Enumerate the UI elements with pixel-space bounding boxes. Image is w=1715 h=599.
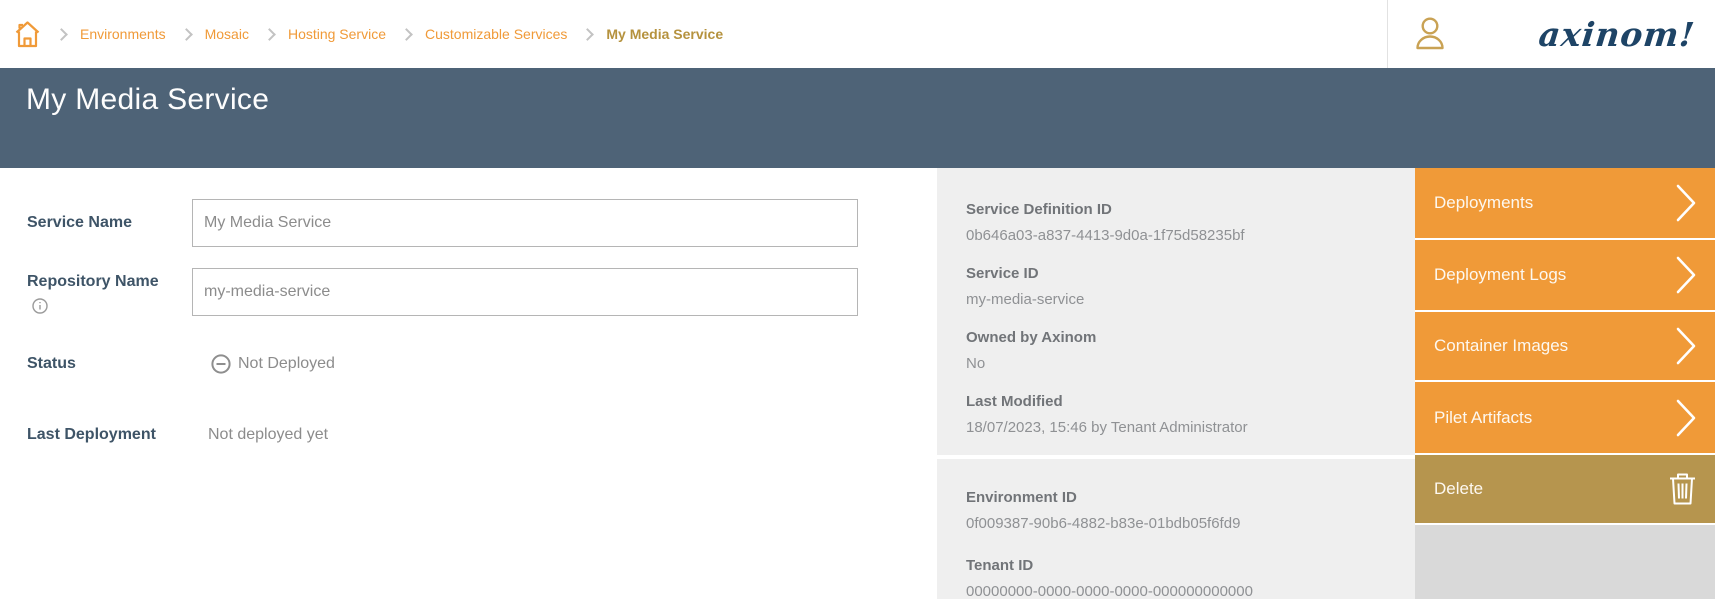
chevron-separator-icon — [263, 28, 276, 41]
environment-id-label: Environment ID — [966, 489, 1415, 506]
home-icon[interactable] — [14, 19, 41, 49]
owned-by-axinom-label: Owned by Axinom — [966, 329, 1415, 346]
info-group: Service ID my-media-service — [966, 265, 1415, 308]
tenant-id-value: 00000000-0000-0000-0000-000000000000 — [966, 583, 1415, 599]
top-bar: Environments Mosaic Hosting Service Cust… — [0, 0, 1715, 68]
last-deployment-row: Last Deployment Not deployed yet — [0, 425, 937, 445]
page-header: My Media Service — [0, 68, 1715, 168]
sidebar-action-delete[interactable]: Delete — [1415, 455, 1715, 523]
repository-name-input[interactable] — [192, 268, 858, 316]
sidebar-action-deployment-logs[interactable]: Deployment Logs — [1415, 240, 1715, 310]
service-definition-id-value: 0b646a03-a837-4413-9d0a-1f75d58235bf — [966, 227, 1415, 244]
info-group: Tenant ID 00000000-0000-0000-0000-000000… — [966, 557, 1415, 599]
service-id-value: my-media-service — [966, 291, 1415, 308]
chevron-separator-icon — [400, 28, 413, 41]
user-area: axinom! — [1387, 0, 1715, 68]
service-name-input[interactable] — [192, 199, 858, 247]
deployment-logs-label: Deployment Logs — [1434, 265, 1566, 285]
status-label: Status — [0, 355, 192, 373]
status-row: Status Not Deployed — [0, 353, 937, 375]
owned-by-axinom-value: No — [966, 355, 1415, 372]
service-form: Service Name Repository Name — [0, 168, 937, 599]
chevron-separator-icon — [180, 28, 193, 41]
info-group: Service Definition ID 0b646a03-a837-4413… — [966, 201, 1415, 244]
trash-icon — [1667, 472, 1698, 506]
environment-id-value: 0f009387-90b6-4882-b83e-01bdb05f6fd9 — [966, 515, 1415, 532]
pilet-artifacts-label: Pilet Artifacts — [1434, 408, 1532, 428]
info-icon[interactable] — [32, 298, 192, 314]
chevron-right-icon — [1675, 398, 1698, 438]
repository-name-label: Repository Name — [27, 273, 192, 291]
info-group: Last Modified 18/07/2023, 15:46 by Tenan… — [966, 393, 1415, 436]
sidebar-action-pilet-artifacts[interactable]: Pilet Artifacts — [1415, 382, 1715, 453]
breadcrumb-current-page: My Media Service — [606, 26, 723, 42]
service-info-panel: Service Definition ID 0b646a03-a837-4413… — [937, 168, 1415, 455]
chevron-separator-icon — [582, 28, 595, 41]
last-modified-value: 18/07/2023, 15:46 by Tenant Administrato… — [966, 419, 1415, 436]
action-sidebar: Deployments Deployment Logs Container Im… — [1415, 168, 1715, 599]
content-area: Service Name Repository Name — [0, 168, 1715, 599]
chevron-right-icon — [1675, 255, 1698, 295]
last-deployment-label: Last Deployment — [0, 426, 192, 444]
last-deployment-value: Not deployed yet — [208, 426, 328, 444]
breadcrumb: Environments Mosaic Hosting Service Cust… — [0, 19, 1387, 49]
chevron-separator-icon — [55, 28, 68, 41]
breadcrumb-item-customizable-services[interactable]: Customizable Services — [425, 26, 567, 42]
sidebar-action-container-images[interactable]: Container Images — [1415, 312, 1715, 380]
sidebar-filler — [1415, 525, 1715, 599]
environment-info-panel: Environment ID 0f009387-90b6-4882-b83e-0… — [937, 459, 1415, 599]
tenant-id-label: Tenant ID — [966, 557, 1415, 574]
service-id-label: Service ID — [966, 265, 1415, 282]
app-window: Environments Mosaic Hosting Service Cust… — [0, 0, 1715, 599]
sidebar-action-deployments[interactable]: Deployments — [1415, 168, 1715, 238]
breadcrumb-item-mosaic[interactable]: Mosaic — [205, 26, 249, 42]
delete-label: Delete — [1434, 479, 1483, 499]
status-value: Not Deployed — [238, 355, 335, 373]
user-icon[interactable] — [1412, 15, 1448, 53]
axinom-logo: axinom! — [1537, 15, 1701, 54]
last-modified-label: Last Modified — [966, 393, 1415, 410]
minus-circle-icon — [211, 354, 231, 374]
info-group: Owned by Axinom No — [966, 329, 1415, 372]
chevron-right-icon — [1675, 326, 1698, 366]
breadcrumb-item-hosting-service[interactable]: Hosting Service — [288, 26, 386, 42]
repository-name-row: Repository Name — [0, 268, 937, 316]
deployments-label: Deployments — [1434, 193, 1533, 213]
container-images-label: Container Images — [1434, 336, 1568, 356]
breadcrumb-item-environments[interactable]: Environments — [80, 26, 166, 42]
page-title: My Media Service — [0, 68, 1715, 117]
service-definition-id-label: Service Definition ID — [966, 201, 1415, 218]
chevron-right-icon — [1675, 183, 1698, 223]
service-name-label: Service Name — [0, 214, 192, 232]
service-name-row: Service Name — [0, 198, 937, 247]
info-group: Environment ID 0f009387-90b6-4882-b83e-0… — [966, 489, 1415, 532]
